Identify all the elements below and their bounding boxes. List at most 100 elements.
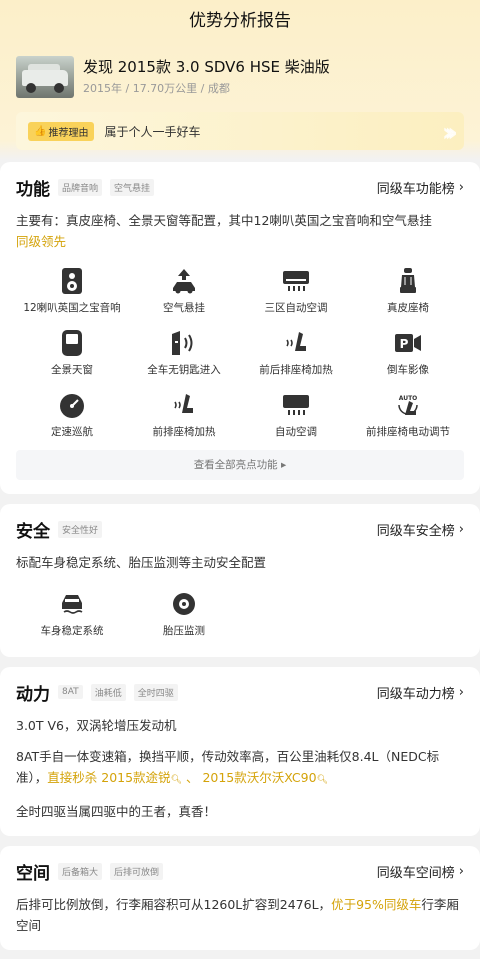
recommend-reason-bar: 👍 推荐理由 属于个人一手好车 ››› xyxy=(16,112,464,150)
power-tag: 8AT xyxy=(58,685,83,699)
power-compare-prefix: 直接秒杀 xyxy=(47,770,102,785)
feature-label: 空气悬挂 xyxy=(163,302,205,314)
safety-card: 安全 安全性好 同级车安全榜 › 标配车身稳定系统、胎压监测等主动安全配置 车身… xyxy=(0,504,480,657)
chevron-right-icon: › xyxy=(458,863,464,879)
feature-item[interactable]: 车身稳定系统 xyxy=(16,589,128,643)
thumbs-up-icon: 👍 xyxy=(34,125,47,137)
safety-rank-link[interactable]: 同级车安全榜 › xyxy=(377,520,464,539)
search-icon: 🔍︎ xyxy=(316,775,328,785)
air-suspension-icon xyxy=(128,266,240,296)
feature-item[interactable]: AUTO 前排座椅电动调节 xyxy=(352,390,464,444)
function-title: 功能 xyxy=(16,179,50,200)
space-tag: 后排可放倒 xyxy=(110,862,164,880)
feature-label: 全景天窗 xyxy=(51,364,93,376)
power-4wd-text: 全时四驱当属四驱中的王者，真香！ xyxy=(16,804,217,819)
leather-seat-icon xyxy=(352,266,464,296)
feature-item[interactable]: 三区自动空调 xyxy=(240,266,352,320)
safety-rank-label: 同级车安全榜 xyxy=(376,523,455,539)
cruise-control-icon xyxy=(16,390,128,420)
chevron-decoration-icon: ››› xyxy=(441,118,458,148)
function-rank-link[interactable]: 同级车功能榜 › xyxy=(377,178,464,197)
power-tag: 油耗低 xyxy=(90,683,126,701)
air-conditioner-icon xyxy=(240,266,352,296)
feature-label: 车身稳定系统 xyxy=(40,625,104,637)
power-card: 动力 8AT 油耗低 全时四驱 同级车动力榜 › 3.0T V6，双涡轮增压发动… xyxy=(0,667,480,836)
function-tag: 品牌音响 xyxy=(58,178,103,196)
feature-label: 真皮座椅 xyxy=(387,302,429,314)
page-title: 优势分析报告 xyxy=(189,11,291,31)
svg-text:P: P xyxy=(400,337,409,351)
reverse-camera-icon: P xyxy=(352,328,464,358)
speaker-icon xyxy=(16,266,128,296)
feature-item[interactable]: 全景天窗 xyxy=(16,328,128,382)
space-rank-link[interactable]: 同级车空间榜 › xyxy=(377,862,464,881)
power-rank-label: 同级车动力榜 xyxy=(376,686,455,702)
chevron-right-icon: › xyxy=(458,521,464,537)
feature-item[interactable]: 自动空调 xyxy=(240,390,352,444)
compare-link-xc90-label: 2015款沃尔沃XC90 xyxy=(202,770,317,785)
power-engine-text: 3.0T V6，双涡轮增压发动机 xyxy=(16,718,177,733)
power-gearbox-text: 8AT手自一体变速箱，换挡平顺，传动效率高，百公里油耗仅8.4L（NEDC标准）… xyxy=(16,746,464,791)
space-description: 后排可比例放倒，行李厢容积可从1260L扩容到2476L，优于95%同级车行李厢… xyxy=(16,894,464,936)
feature-item[interactable]: 定速巡航 xyxy=(16,390,128,444)
feature-label: 前后排座椅加热 xyxy=(259,364,333,376)
recommend-reason-text: 属于个人一手好车 xyxy=(104,124,201,139)
page-header: 优势分析报告 xyxy=(0,0,480,42)
power-seat-icon: AUTO xyxy=(352,390,464,420)
space-rank-label: 同级车空间榜 xyxy=(376,865,455,881)
feature-label: 12喇叭英国之宝音响 xyxy=(23,302,121,314)
feature-label: 胎压监测 xyxy=(163,625,205,637)
safety-title: 安全 xyxy=(16,521,50,542)
space-title: 空间 xyxy=(16,863,50,884)
power-rank-link[interactable]: 同级车动力榜 › xyxy=(377,683,464,702)
stability-control-icon xyxy=(16,589,128,619)
recommend-reason-tag: 👍 推荐理由 xyxy=(28,121,95,141)
space-tag: 后备箱大 xyxy=(58,862,103,880)
compare-link-touareg[interactable]: 2015款途锐🔍︎ xyxy=(101,770,182,785)
tire-pressure-icon xyxy=(128,589,240,619)
function-desc-text: 主要有：真皮座椅、全景天窗等配置，其中12喇叭英国之宝音响和空气悬挂 xyxy=(16,213,432,228)
feature-item[interactable]: 全车无钥匙进入 xyxy=(128,328,240,382)
feature-item[interactable]: 12喇叭英国之宝音响 xyxy=(16,266,128,320)
space-card: 空间 后备箱大 后排可放倒 同级车空间榜 › 后排可比例放倒，行李厢容积可从12… xyxy=(0,846,480,950)
sunroof-icon xyxy=(16,328,128,358)
space-desc-highlight: 优于95%同级车 xyxy=(331,897,422,912)
recommend-reason-tag-label: 推荐理由 xyxy=(48,127,89,139)
function-card: 功能 品牌音响 空气悬挂 同级车功能榜 › 主要有：真皮座椅、全景天窗等配置，其… xyxy=(0,162,480,494)
car-summary[interactable]: 发现 2015款 3.0 SDV6 HSE 柴油版 2015年 / 17.70万… xyxy=(0,42,480,102)
feature-label: 前排座椅加热 xyxy=(152,426,216,438)
feature-item[interactable]: 胎压监测 xyxy=(128,589,240,643)
feature-item[interactable]: P 倒车影像 xyxy=(352,328,464,382)
feature-item[interactable]: 空气悬挂 xyxy=(128,266,240,320)
svg-text:AUTO: AUTO xyxy=(399,395,418,402)
car-meta: 2015年 / 17.70万公里 / 成都 xyxy=(83,81,230,95)
function-tag: 空气悬挂 xyxy=(110,178,155,196)
function-description: 主要有：真皮座椅、全景天窗等配置，其中12喇叭英国之宝音响和空气悬挂 同级领先 xyxy=(16,210,464,252)
chevron-right-icon: › xyxy=(458,179,464,195)
car-name: 发现 2015款 3.0 SDV6 HSE 柴油版 xyxy=(83,57,330,76)
feature-label: 全车无钥匙进入 xyxy=(147,364,221,376)
safety-tag: 安全性好 xyxy=(58,520,103,538)
feature-item[interactable]: 真皮座椅 xyxy=(352,266,464,320)
view-all-features-button[interactable]: 查看全部亮点功能 ▸ xyxy=(16,450,464,480)
seat-heating-icon xyxy=(240,328,352,358)
compare-link-xc90[interactable]: 2015款沃尔沃XC90🔍︎ xyxy=(202,770,328,785)
power-title: 动力 xyxy=(16,684,50,705)
front-seat-heating-icon xyxy=(128,390,240,420)
compare-separator: 、 xyxy=(182,770,203,785)
safety-feature-grid: 车身稳定系统 胎压监测 xyxy=(16,589,464,643)
chevron-right-icon: › xyxy=(458,684,464,700)
feature-label: 自动空调 xyxy=(275,426,317,438)
space-desc-main: 后排可比例放倒，行李厢容积可从1260L扩容到2476L， xyxy=(16,897,332,912)
feature-label: 倒车影像 xyxy=(387,364,429,376)
feature-item[interactable]: 前后排座椅加热 xyxy=(240,328,352,382)
car-thumbnail xyxy=(16,55,74,98)
function-rank-label: 同级车功能榜 xyxy=(376,181,455,197)
search-icon: 🔍︎ xyxy=(170,775,182,785)
auto-ac-icon xyxy=(240,390,352,420)
feature-label: 定速巡航 xyxy=(51,426,93,438)
function-desc-highlight: 同级领先 xyxy=(16,234,67,249)
feature-label: 前排座椅电动调节 xyxy=(366,426,450,438)
compare-link-touareg-label: 2015款途锐 xyxy=(101,770,171,785)
feature-item[interactable]: 前排座椅加热 xyxy=(128,390,240,444)
